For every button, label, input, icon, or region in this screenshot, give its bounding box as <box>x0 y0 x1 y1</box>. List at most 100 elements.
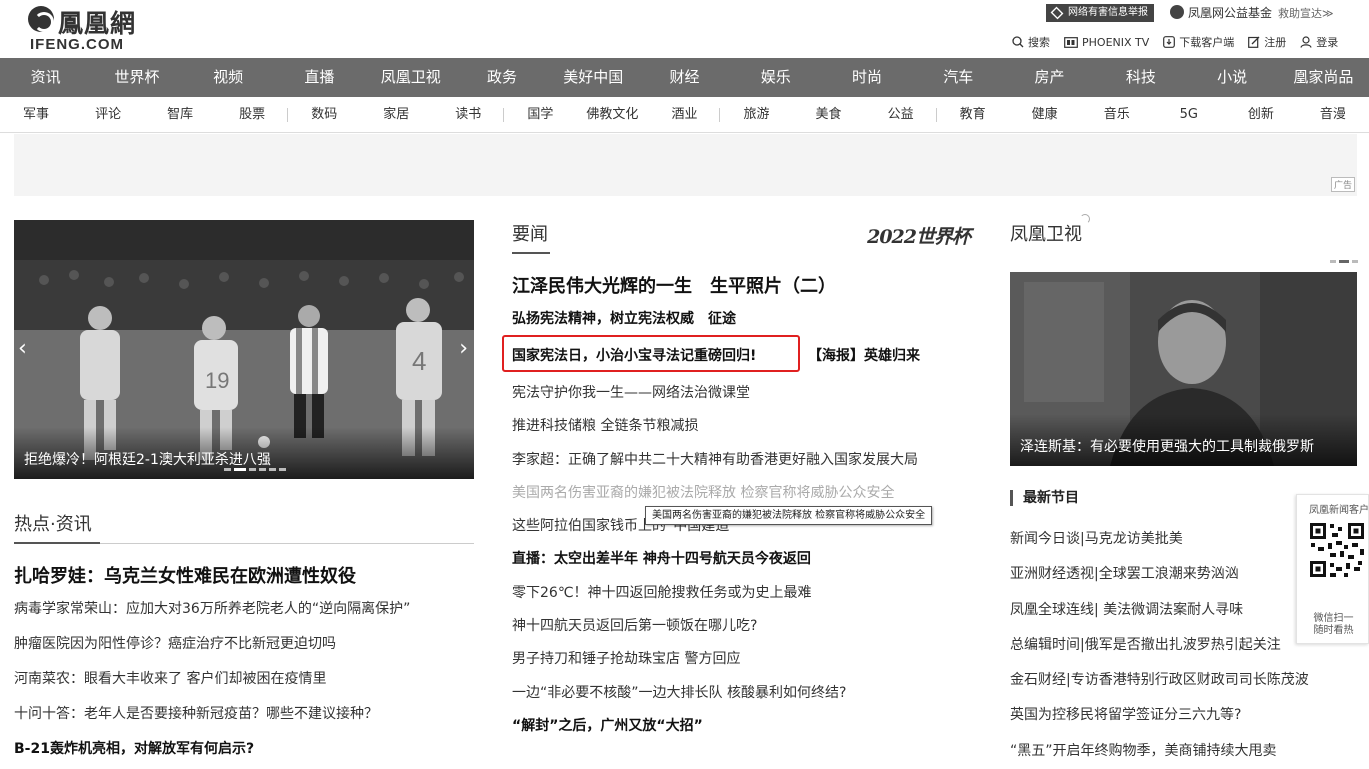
nav-item-beautiful-china[interactable]: 美好中国 <box>548 58 639 97</box>
subnav-item-opinion[interactable]: 评论 <box>72 97 144 132</box>
news-item[interactable]: 零下26℃！神十四返回舱搜救任务或为史上最难 <box>512 582 972 615</box>
carousel-caption[interactable]: 拒绝爆冷！阿根廷2-1澳大利亚杀进八强 <box>14 427 474 479</box>
nav-item-shop[interactable]: 凰家尚品 <box>1278 58 1369 97</box>
carousel-dot[interactable] <box>279 468 286 471</box>
tv-video-thumbnail[interactable]: 泽连斯基：有必要使用更强大的工具制裁俄罗斯 <box>1010 272 1357 466</box>
news-item[interactable]: 李家超：正确了解中共二十大精神有助香港更好融入国家发展大局 <box>512 449 972 482</box>
carousel-dot[interactable] <box>269 468 276 471</box>
subnav-item-travel[interactable]: 旅游 <box>720 97 792 132</box>
tv-carousel-dots[interactable] <box>1327 260 1358 263</box>
nav-item-live[interactable]: 直播 <box>274 58 365 97</box>
subnav-item-buddhism[interactable]: 佛教文化 <box>576 97 648 132</box>
news-item[interactable]: 男子持刀和锤子抢劫珠宝店 警方回应 <box>512 648 972 681</box>
carousel-dot[interactable] <box>249 468 256 471</box>
news-item[interactable]: 神十四航天员返回后第一顿饭在哪儿吃? <box>512 615 972 648</box>
subnav-item-charity[interactable]: 公益 <box>865 97 937 132</box>
hot-news-item[interactable]: 肿瘤医院因为阳性停诊？癌症治疗不比新冠更迫切吗 <box>14 633 410 668</box>
phoenix-tv-button[interactable]: PHOENIX TV <box>1064 34 1149 50</box>
hero-poster-link[interactable]: 【海报】英雄归来 <box>808 345 920 365</box>
subnav-item-comics[interactable]: 音漫 <box>1297 97 1369 132</box>
download-client-button[interactable]: 下载客户端 <box>1163 34 1234 50</box>
register-label: 注册 <box>1264 36 1287 49</box>
subnav-item-digital[interactable]: 数码 <box>288 97 360 132</box>
carousel-dot-active[interactable] <box>234 468 246 471</box>
nav-item-house[interactable]: 房产 <box>1004 58 1095 97</box>
constitution-day-link[interactable]: 国家宪法日，小治小宝寻法记重磅回归! <box>512 345 756 365</box>
phoenix-tv-section-title[interactable]: 凤凰卫视 <box>1010 220 1082 246</box>
nav-item-finance[interactable]: 财经 <box>639 58 730 97</box>
edit-icon <box>1248 36 1260 48</box>
hot-news-list: 病毒学家常荣山：应加大对36万所养老院老人的“逆向隔离保护” 肿瘤医院因为阳性停… <box>14 598 410 769</box>
subnav-item-stocks[interactable]: 股票 <box>216 97 289 132</box>
header-toolbar: 搜索 PHOENIX TV 下载客户端 注册 登录 <box>1012 34 1338 50</box>
tv-dot[interactable] <box>1352 260 1358 263</box>
hot-news-feature-link[interactable]: 扎哈罗娃：乌克兰女性难民在欧洲遭性奴役 <box>14 562 356 588</box>
nav-item-phoenix-tv[interactable]: 凤凰卫视 <box>365 58 456 97</box>
subnav-item-education[interactable]: 教育 <box>937 97 1009 132</box>
charity-fund-link[interactable]: 凤凰网公益基金 救助宣达≫ <box>1170 3 1334 24</box>
ifeng-logo[interactable]: 鳳凰網 IFENG.COM <box>28 4 168 54</box>
search-button[interactable]: 搜索 <box>1012 34 1050 50</box>
nav-item-tech[interactable]: 科技 <box>1095 58 1186 97</box>
carousel-dot[interactable] <box>259 468 266 471</box>
charity-label: 凤凰网公益基金 <box>1188 6 1273 20</box>
nav-item-novel[interactable]: 小说 <box>1186 58 1277 97</box>
subnav-item-home[interactable]: 家居 <box>360 97 432 132</box>
news-item[interactable]: 一边“非必要不核酸”一边大排长队 核酸暴利如何终结? <box>512 682 972 715</box>
logo-chinese: 鳳凰網 <box>58 9 137 38</box>
hot-news-item[interactable]: 河南菜农：眼看大丰收来了 客户们却被困在疫情里 <box>14 668 410 703</box>
subnav-item-military[interactable]: 军事 <box>0 97 72 132</box>
carousel-prev-button[interactable]: ‹ <box>18 338 27 360</box>
news-item[interactable]: 宪法守护你我一生——网络法治微课堂 <box>512 382 972 415</box>
charity-sub-link[interactable]: 救助宣达≫ <box>1278 7 1334 20</box>
program-item[interactable]: “黑五”开启年终购物季，美商铺持续大甩卖 <box>1010 740 1350 769</box>
top-news-headline[interactable]: 江泽民伟大光辉的一生 生平照片（二） <box>512 272 836 298</box>
download-label: 下载客户端 <box>1179 36 1235 49</box>
nav-item-government[interactable]: 政务 <box>456 58 547 97</box>
subnav-item-thinktank[interactable]: 智库 <box>144 97 216 132</box>
subnav-item-5g[interactable]: 5G <box>1153 97 1225 132</box>
carousel-next-button[interactable]: › <box>459 338 468 360</box>
harmful-info-report-link[interactable]: 网络有害信息举报 <box>1046 4 1154 22</box>
subnav-item-reading[interactable]: 读书 <box>432 97 505 132</box>
news-item[interactable]: 直播：太空出差半年 神舟十四号航天员今夜返回 <box>512 548 972 581</box>
tv-dot[interactable] <box>1330 260 1336 263</box>
register-button[interactable]: 注册 <box>1248 34 1286 50</box>
nav-item-auto[interactable]: 汽车 <box>913 58 1004 97</box>
subnav-item-wine[interactable]: 酒业 <box>648 97 721 132</box>
news-item[interactable]: 推进科技储粮 全链条节粮减损 <box>512 415 972 448</box>
news-item[interactable]: “解封”之后，广州又放“大招” <box>512 715 972 748</box>
nav-item-entertainment[interactable]: 娱乐 <box>730 58 821 97</box>
hot-news-item[interactable]: 病毒学家常荣山：应加大对36万所养老院老人的“逆向隔离保护” <box>14 598 410 633</box>
tv-dot-active[interactable] <box>1339 260 1349 263</box>
app-qr-float[interactable]: 凤凰新闻客户端 微信扫一 随时看热 <box>1296 494 1369 644</box>
nav-item-worldcup[interactable]: 世界杯 <box>91 58 182 97</box>
subnav-item-health[interactable]: 健康 <box>1009 97 1081 132</box>
qr-caption-line2: 随时看热 <box>1313 625 1354 636</box>
hot-news-item[interactable]: B-21轰炸机亮相，对解放军有何启示? <box>14 738 410 769</box>
subnav-item-guoxue[interactable]: 国学 <box>504 97 576 132</box>
hot-news-item[interactable]: 十问十答：老年人是否要接种新冠疫苗？哪些不建议接种？ <box>14 703 410 738</box>
login-button[interactable]: 登录 <box>1300 34 1338 50</box>
hot-news-header: 热点·资讯 <box>14 510 474 544</box>
subnav-item-innovation[interactable]: 创新 <box>1225 97 1297 132</box>
top-news-sub-headline[interactable]: 弘扬宪法精神，树立宪法权威 征途 <box>512 308 736 328</box>
nav-item-video[interactable]: 视频 <box>183 58 274 97</box>
tv-video-caption[interactable]: 泽连斯基：有必要使用更强大的工具制裁俄罗斯 <box>1010 414 1357 466</box>
photo-carousel[interactable]: 19 4 ‹ › 拒绝爆冷！阿根廷2-1澳大利亚杀进八强 <box>14 220 474 479</box>
program-item[interactable]: 金石财经|专访香港特别行政区财政司司长陈茂波 <box>1010 669 1350 704</box>
carousel-dot[interactable] <box>224 468 231 471</box>
program-item[interactable]: 英国为控移民将留学签证分三六九等? <box>1010 704 1350 739</box>
nav-item-news[interactable]: 资讯 <box>0 58 91 97</box>
ad-banner[interactable]: 广告 <box>14 134 1357 196</box>
link-tooltip: 美国两名伤害亚裔的嫌犯被法院释放 检察官称将威胁公众安全 <box>645 506 933 525</box>
subnav-item-music[interactable]: 音乐 <box>1081 97 1153 132</box>
hot-news-title: 热点·资讯 <box>14 514 92 535</box>
worldcup-2022-link[interactable]: 2022世界杯 <box>867 222 971 249</box>
carousel-dots[interactable] <box>224 468 289 471</box>
subnav-item-food[interactable]: 美食 <box>793 97 865 132</box>
main-nav: 资讯 世界杯 视频 直播 凤凰卫视 政务 美好中国 财经 娱乐 时尚 汽车 房产… <box>0 58 1369 97</box>
nav-item-fashion[interactable]: 时尚 <box>821 58 912 97</box>
report-diamond-icon <box>1050 6 1064 20</box>
sub-nav: 军事 评论 智库 股票 数码 家居 读书 国学 佛教文化 酒业 旅游 美食 公益… <box>0 97 1369 133</box>
